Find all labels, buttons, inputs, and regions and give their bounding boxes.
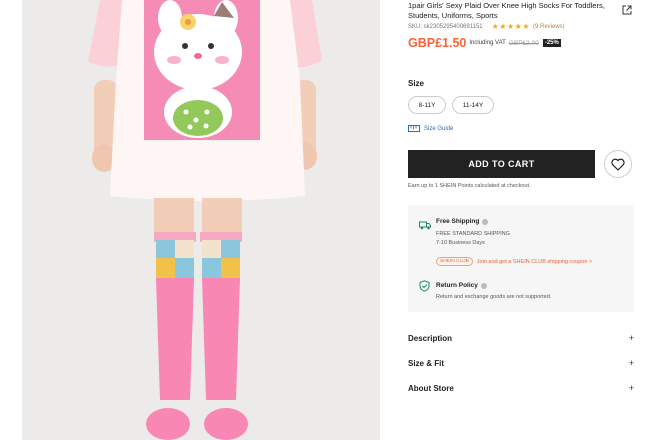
discount-badge: -25%	[542, 39, 561, 47]
accordion-label: Description	[408, 333, 453, 343]
share-icon[interactable]	[622, 2, 632, 15]
accordion-about-store[interactable]: About Store +	[408, 383, 634, 393]
rating-stars: ★★★★★	[491, 22, 530, 31]
size-guide-label: Size Guide	[424, 125, 454, 132]
shein-club-badge: SHEIN CLUB	[436, 257, 473, 266]
wishlist-button[interactable]	[604, 150, 632, 178]
info-icon[interactable]	[480, 282, 487, 289]
shipping-days-text: 7-10 Business Days	[436, 240, 485, 246]
size-heading: Size	[408, 79, 425, 88]
plus-icon: +	[628, 383, 634, 393]
product-title: 1pair Girls' Sexy Plaid Over Knee High S…	[408, 1, 605, 20]
original-price: GBP£2.00	[508, 39, 539, 47]
heart-icon	[611, 158, 625, 171]
size-option-8-11y[interactable]: 8-11Y	[408, 96, 446, 114]
standard-shipping-text: FREE STANDARD SHIPPING	[436, 231, 510, 237]
sku-text: SKU: sk2305295400691151	[408, 23, 483, 30]
plus-icon: +	[628, 358, 634, 368]
plus-icon: +	[628, 333, 634, 343]
vat-note: Including VAT	[469, 40, 506, 46]
return-policy-label: Return Policy	[436, 282, 478, 289]
add-to-cart-button[interactable]: ADD TO CART	[408, 150, 595, 178]
info-icon[interactable]	[482, 218, 489, 225]
size-option-11-14y[interactable]: 11-14Y	[452, 96, 494, 114]
truck-icon	[419, 217, 431, 235]
price-row: GBP£1.50 Including VAT GBP£2.00 -25%	[408, 36, 561, 50]
accordion-label: About Store	[408, 383, 454, 393]
shein-club-promo[interactable]: SHEIN CLUB Join and get a SHEIN CLUB shi…	[436, 257, 592, 266]
points-note: Earn up to 1 SHEIN Points calculated at …	[408, 183, 531, 189]
accordion-description[interactable]: Description +	[408, 333, 634, 343]
sku-rating-row: SKU: sk2305295400691151 ★★★★★ (9 Reviews…	[408, 22, 565, 31]
return-policy-text: Return and exchange goods are not suppor…	[436, 294, 552, 300]
reviews-link[interactable]: (9 Reviews)	[533, 24, 565, 30]
product-info-panel: 1pair Girls' Sexy Plaid Over Knee High S…	[408, 0, 640, 440]
accordion-label: Size & Fit	[408, 358, 445, 368]
product-photo-illustration	[0, 0, 390, 440]
shein-club-text: Join and get a SHEIN CLUB shipping coupo…	[476, 258, 593, 265]
product-image[interactable]	[0, 0, 390, 440]
free-shipping-title: Free Shipping	[436, 218, 489, 225]
shield-check-icon	[419, 279, 430, 297]
ruler-icon	[408, 125, 420, 132]
sale-price: GBP£1.50	[408, 36, 467, 50]
return-policy-title: Return Policy	[436, 282, 487, 289]
accordion-size-fit[interactable]: Size & Fit +	[408, 358, 634, 368]
size-guide-link[interactable]: Size Guide	[408, 125, 453, 132]
free-shipping-label: Free Shipping	[436, 218, 480, 225]
shipping-info-box: Free Shipping FREE STANDARD SHIPPING 7-1…	[408, 205, 634, 312]
